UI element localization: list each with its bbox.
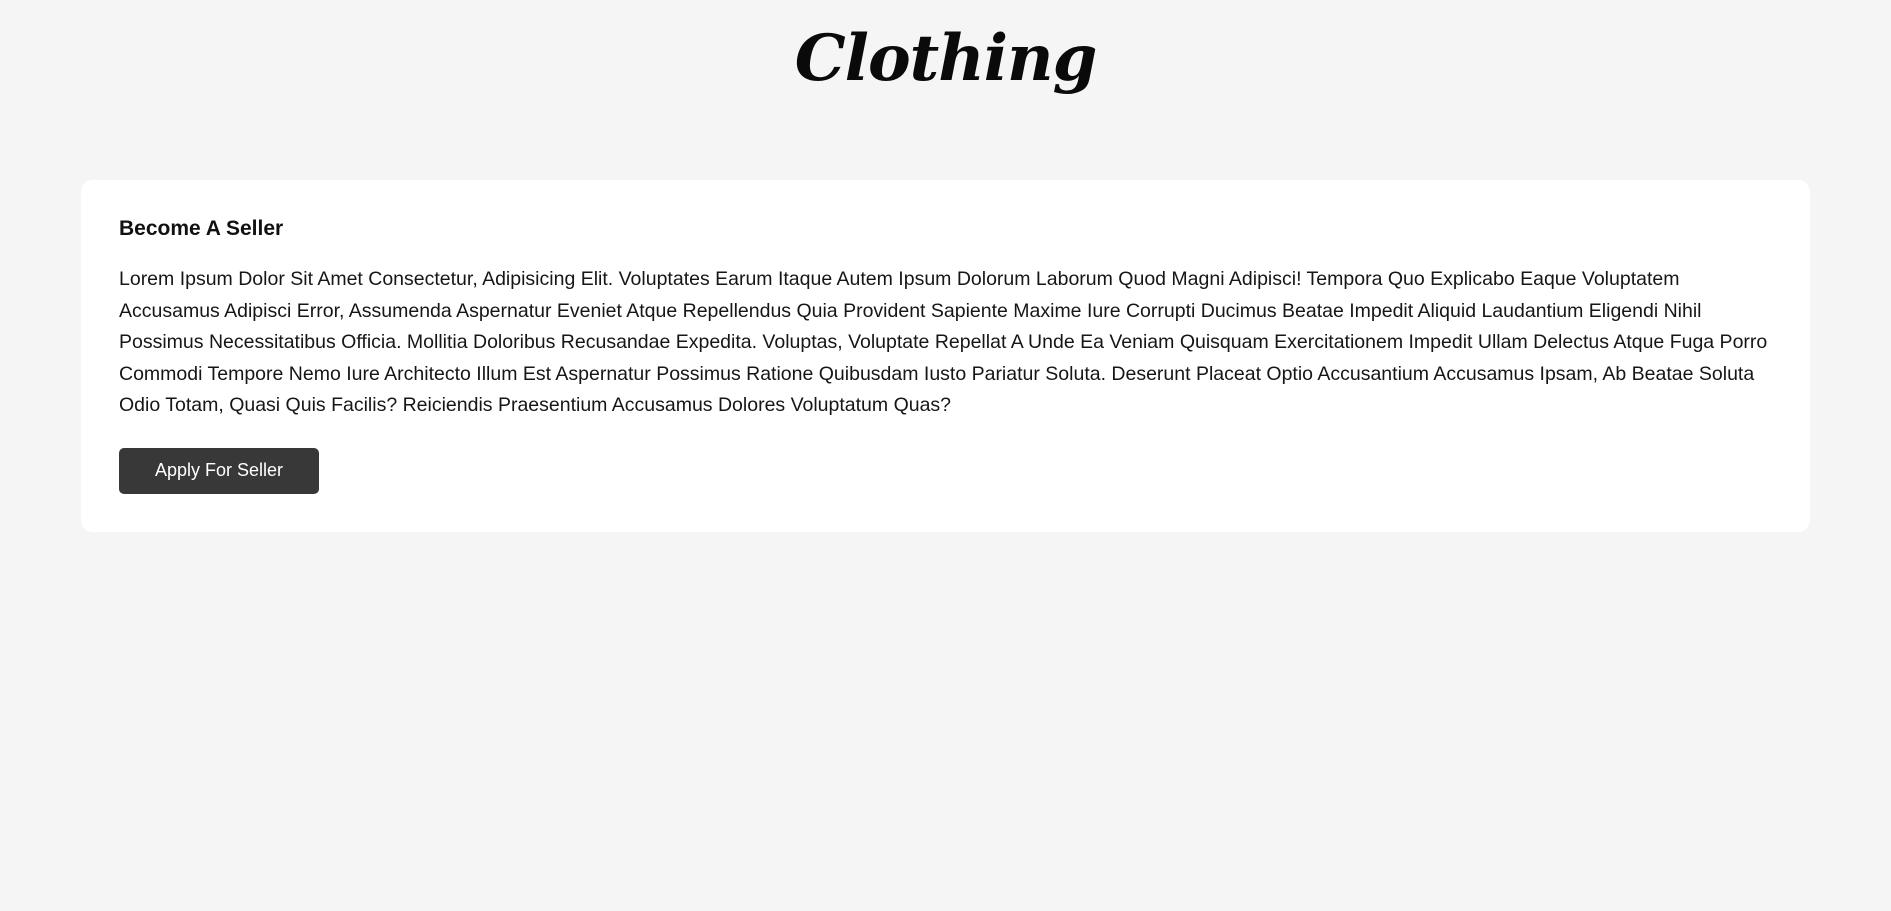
apply-for-seller-button[interactable]: Apply For Seller — [119, 447, 319, 494]
become-seller-card: Become A Seller Lorem Ipsum Dolor Sit Am… — [81, 180, 1810, 532]
card-title: Become A Seller — [119, 217, 284, 240]
site-header: Clothing — [0, 0, 1891, 130]
card-description: Lorem Ipsum Dolor Sit Amet Consectetur, … — [119, 268, 1768, 416]
site-logo[interactable]: Clothing — [795, 14, 1098, 104]
